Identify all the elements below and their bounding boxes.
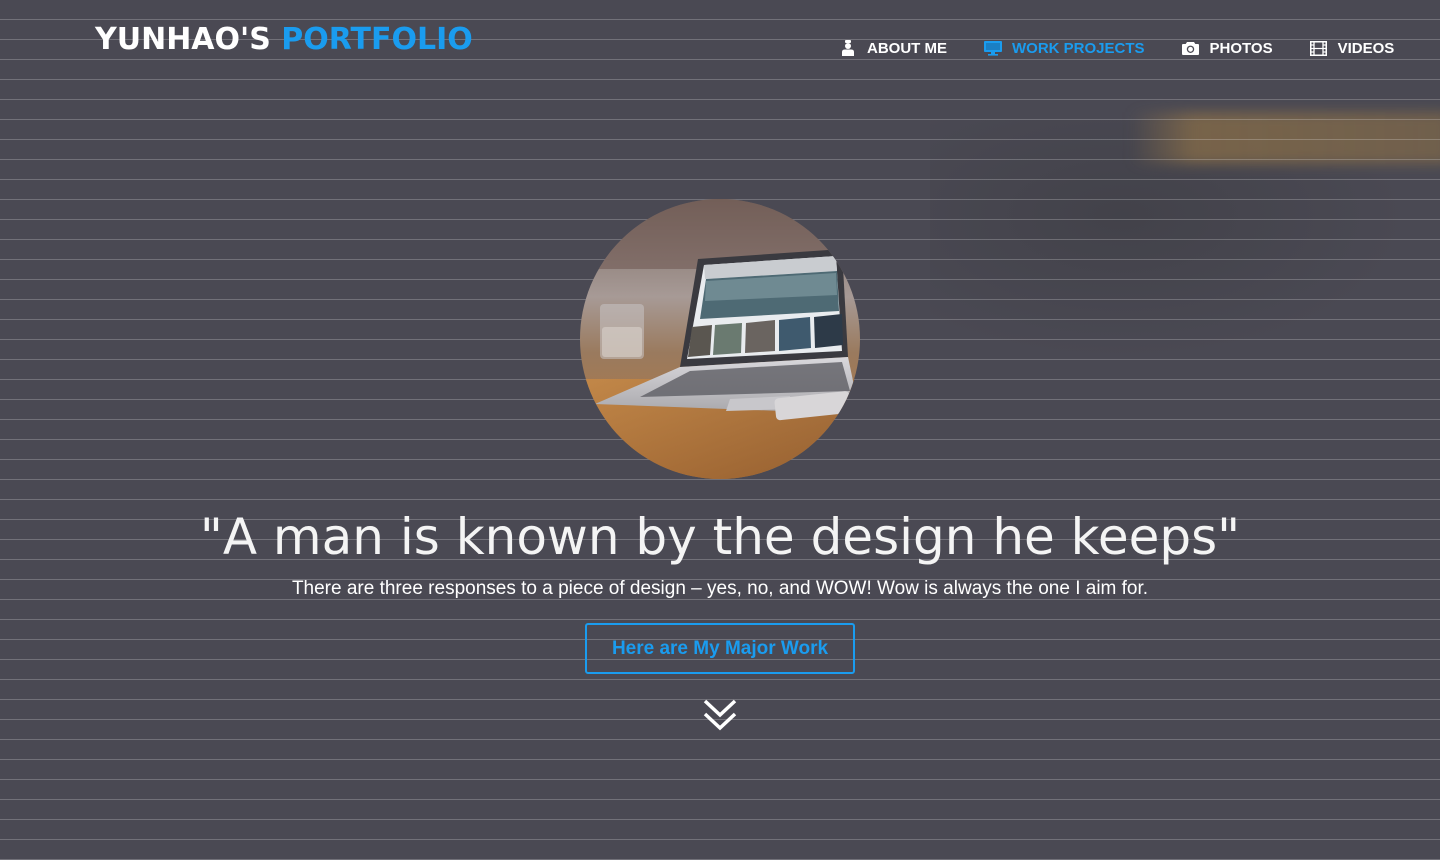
nav-item-about-me[interactable]: ABOUT ME: [838, 39, 947, 57]
major-work-button[interactable]: Here are My Major Work: [585, 623, 855, 674]
site-logo[interactable]: YUNHAO'S PORTFOLIO: [95, 20, 473, 60]
user-icon: [838, 39, 858, 57]
hero-tagline: There are three responses to a piece of …: [291, 578, 1149, 599]
film-icon: [1309, 39, 1329, 57]
double-chevron-down-icon[interactable]: [702, 698, 738, 734]
camera-icon: [1181, 39, 1201, 57]
nav-item-label: VIDEOS: [1337, 39, 1395, 57]
monitor-icon: [983, 39, 1003, 57]
nav-item-videos[interactable]: VIDEOS: [1309, 39, 1395, 57]
hero-image: [580, 199, 860, 479]
nav-item-label: PHOTOS: [1209, 39, 1273, 57]
brand-name: YUNHAO'S: [95, 22, 271, 57]
nav-item-label: ABOUT ME: [867, 39, 947, 57]
nav-item-photos[interactable]: PHOTOS: [1181, 39, 1273, 57]
brand-accent: PORTFOLIO: [281, 22, 473, 57]
main-nav: ABOUT ME WORK PROJECTS PHOTOS VIDEOS: [838, 36, 1394, 60]
nav-item-label: WORK PROJECTS: [1012, 39, 1145, 57]
nav-item-work-projects[interactable]: WORK PROJECTS: [983, 39, 1145, 57]
hero-quote: "A man is known by the design he keeps": [199, 508, 1241, 566]
